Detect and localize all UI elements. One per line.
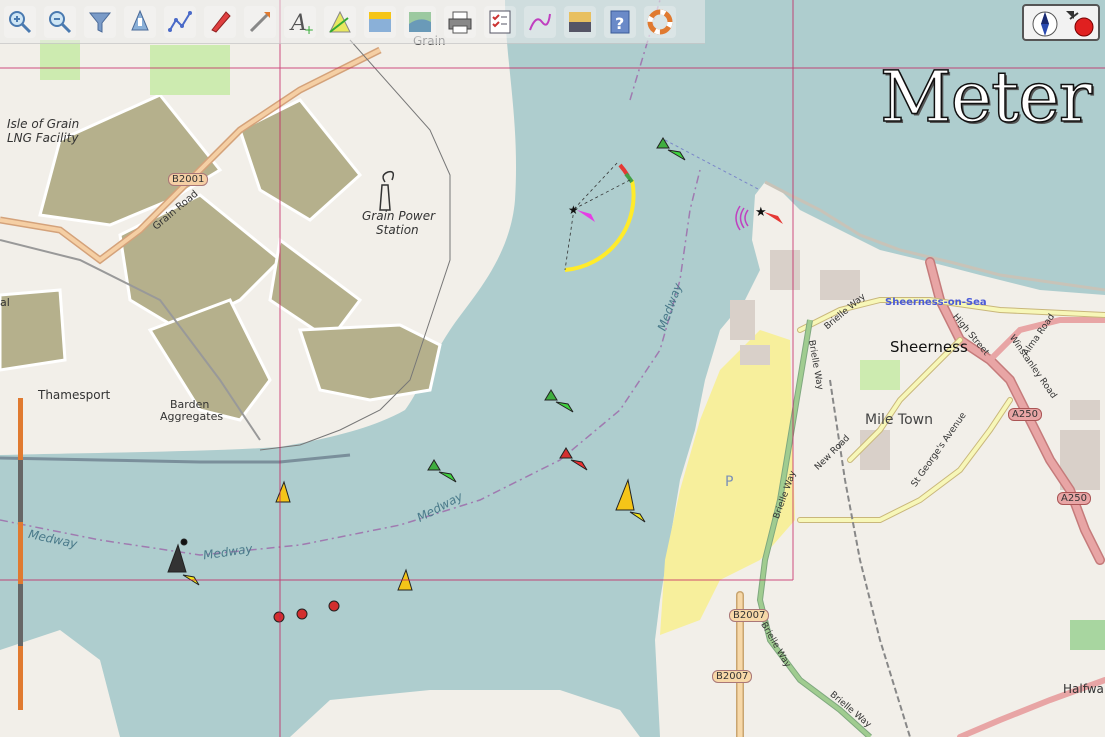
compass-icon[interactable] <box>1030 9 1060 39</box>
track-button[interactable] <box>524 5 556 38</box>
svg-text:★: ★ <box>568 203 579 217</box>
map-toolbar: A + ? <box>0 0 705 44</box>
compass-panel[interactable] <box>1022 4 1100 41</box>
print-button[interactable] <box>444 5 476 38</box>
unit-label: Meter <box>879 55 1093 139</box>
label-aggregates: Aggregates <box>160 410 224 423</box>
boat-icon <box>211 10 231 33</box>
zoom-out-button[interactable] <box>44 5 76 38</box>
tide-button[interactable] <box>124 5 156 38</box>
scale-bar <box>18 398 23 710</box>
label-left-edge: al <box>0 296 10 309</box>
label-isle-of-grain: Isle of Grain <box>7 117 80 131</box>
svg-text:?: ? <box>615 14 624 33</box>
parking-label: P <box>725 474 734 490</box>
help-icon: ? <box>610 10 630 33</box>
road-shield-a250-2: A250 <box>1057 492 1091 505</box>
label-halfway: Halfwa <box>1063 682 1104 696</box>
measure-button[interactable] <box>244 5 276 38</box>
layer-button[interactable] <box>364 5 396 38</box>
road-shield-b2007-2: B2007 <box>712 670 753 683</box>
text-button[interactable]: A + <box>284 5 316 38</box>
route-icon <box>168 10 192 32</box>
label-thamesport: Thamesport <box>38 388 111 402</box>
label-sheerness: Sheerness <box>890 338 968 356</box>
light-sector-icon <box>329 10 351 33</box>
label-mile-town: Mile Town <box>865 412 933 428</box>
filter-button[interactable] <box>84 5 116 38</box>
daylight-button[interactable] <box>564 5 596 38</box>
daylight-icon <box>569 11 591 32</box>
route-button[interactable] <box>164 5 196 38</box>
svg-text:+: + <box>304 23 314 36</box>
light-sector-button[interactable] <box>324 5 356 38</box>
road-shield-b2007-1: B2007 <box>729 609 770 622</box>
ruler-icon <box>249 11 271 32</box>
printer-icon <box>448 11 472 33</box>
checklist-button[interactable] <box>484 5 516 38</box>
boat-button[interactable] <box>204 5 236 38</box>
funnel-icon <box>88 12 112 33</box>
chart-overlay-icon <box>409 11 431 32</box>
checklist-icon <box>489 10 511 33</box>
lifebuoy-icon <box>647 9 673 34</box>
zoom-out-icon <box>49 10 72 33</box>
lifebuoy-button[interactable] <box>644 5 676 38</box>
chart-overlay-button[interactable] <box>404 5 436 38</box>
zoom-in-icon <box>9 10 32 33</box>
label-lng-facility: LNG Facility <box>7 131 79 145</box>
label-sheerness-on-sea: Sheerness-on-Sea <box>885 297 987 308</box>
road-shield-a250-1: A250 <box>1008 408 1042 421</box>
tide-icon <box>131 9 149 30</box>
road-shield-b2001: B2001 <box>168 173 209 186</box>
text-icon: A+ <box>289 11 314 36</box>
label-station: Station <box>376 223 419 237</box>
track-icon <box>529 13 551 30</box>
recording-icon[interactable] <box>1064 9 1096 39</box>
layer-icon <box>369 11 391 32</box>
help-button[interactable]: ? <box>604 5 636 38</box>
zoom-in-button[interactable] <box>4 5 36 38</box>
label-grain-power: Grain Power <box>362 209 436 223</box>
